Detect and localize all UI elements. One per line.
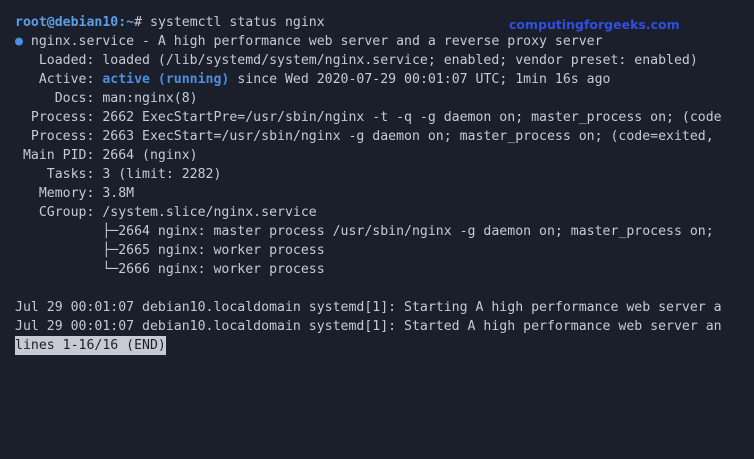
cgroup-tree-item: ├─2665 nginx: worker process [15, 243, 325, 258]
service-header-line: ● nginx.service - A high performance web… [15, 32, 754, 51]
loaded-line: Loaded: loaded (/lib/systemd/system/ngin… [15, 53, 698, 68]
journal-entry: Jul 29 00:01:07 debian10.localdomain sys… [15, 300, 722, 315]
tasks-line: Tasks: 3 (limit: 2282) [15, 167, 222, 182]
main-pid-line: Main PID: 2664 (nginx) [15, 148, 198, 163]
process-line-2: Process: 2663 ExecStart=/usr/sbin/nginx … [15, 129, 714, 144]
prompt-path: :~ [118, 15, 135, 30]
prompt-symbol: # [134, 15, 143, 30]
active-line: Active: active (running) since Wed 2020-… [15, 70, 754, 89]
cgroup-tree-item: └─2666 nginx: worker process [15, 262, 325, 277]
journal-entry: Jul 29 00:01:07 debian10.localdomain sys… [15, 319, 722, 334]
prompt-user-host: root@debian10 [15, 15, 119, 30]
pager-status-line: lines 1-16/16 (END) [15, 336, 754, 355]
terminal-window[interactable]: computingforgeeks.com root@debian10:~# s… [0, 0, 754, 459]
docs-line: Docs: man:nginx(8) [15, 91, 198, 106]
service-description: nginx.service - A high performance web s… [22, 34, 603, 49]
active-since: since Wed 2020-07-29 00:01:07 UTC; 1min … [229, 72, 611, 87]
memory-line: Memory: 3.8M [15, 186, 135, 201]
process-line-1: Process: 2662 ExecStartPre=/usr/sbin/ngi… [15, 110, 722, 125]
watermark-text: computingforgeeks.com [509, 17, 680, 32]
pager-status: lines 1-16/16 (END) [15, 336, 166, 355]
cgroup-tree-item: ├─2664 nginx: master process /usr/sbin/n… [15, 224, 714, 239]
active-state-badge: active (running) [102, 72, 230, 87]
command-text: systemctl status nginx [142, 15, 325, 30]
status-dot-icon: ● [15, 34, 23, 49]
active-label: Active: [15, 72, 103, 87]
cgroup-line: CGroup: /system.slice/nginx.service [15, 205, 317, 220]
